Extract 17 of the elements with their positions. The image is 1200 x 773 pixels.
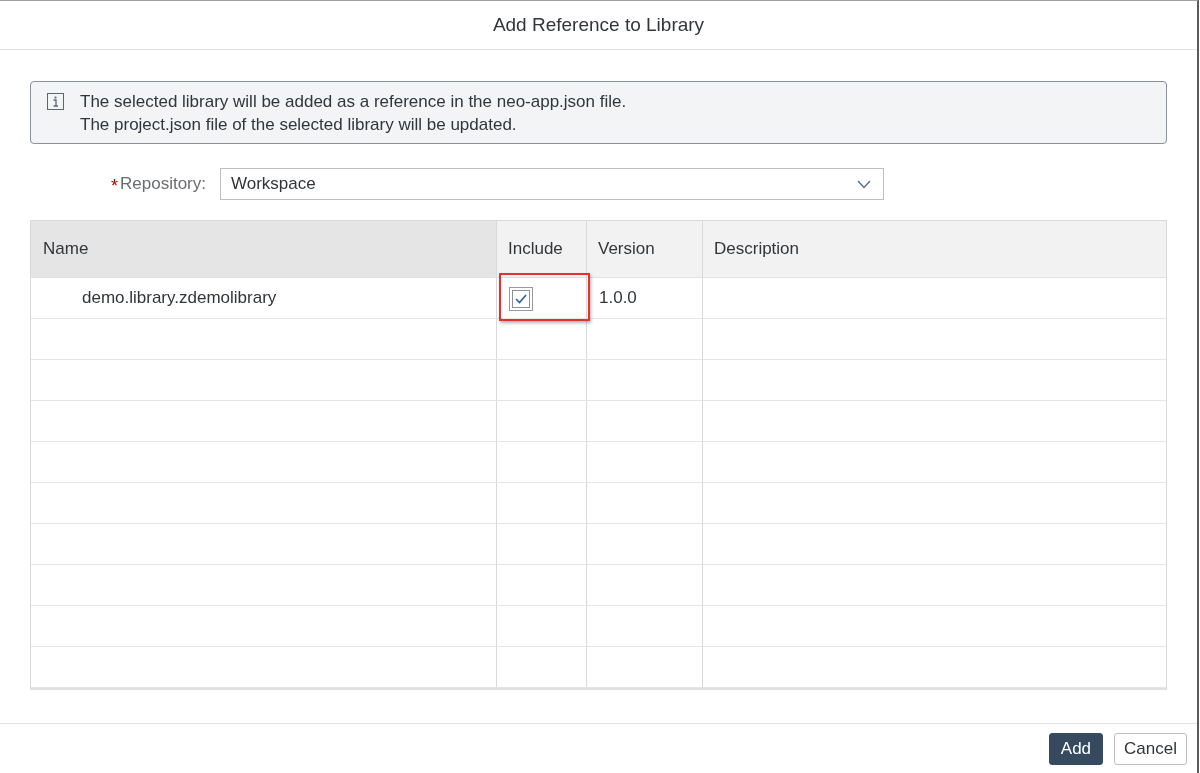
chevron-down-icon bbox=[857, 179, 871, 189]
column-header[interactable]: Include bbox=[496, 221, 586, 278]
info-text: The project.json file of the selected library will be updated. bbox=[80, 114, 518, 136]
column-header[interactable]: Name bbox=[31, 221, 496, 278]
library-name: demo.library.zdemolibrary bbox=[82, 288, 277, 308]
add-button[interactable]: Add bbox=[1048, 732, 1104, 765]
checkbox[interactable] bbox=[509, 287, 533, 311]
column-header[interactable]: Description bbox=[702, 221, 1166, 278]
version-text: 1.0.0 bbox=[599, 288, 637, 308]
repository-select[interactable]: Workspace bbox=[220, 168, 884, 200]
required-mark: * bbox=[111, 174, 118, 194]
cancel-button[interactable]: Cancel bbox=[1114, 732, 1187, 765]
column-header[interactable]: Version bbox=[586, 221, 702, 278]
repository-label: Repository: bbox=[120, 174, 206, 194]
info-icon bbox=[47, 93, 64, 110]
dialog-title: Add Reference to Library bbox=[492, 14, 705, 36]
info-text: The selected library will be added as a reference in the neo-app.json file. bbox=[80, 91, 627, 113]
